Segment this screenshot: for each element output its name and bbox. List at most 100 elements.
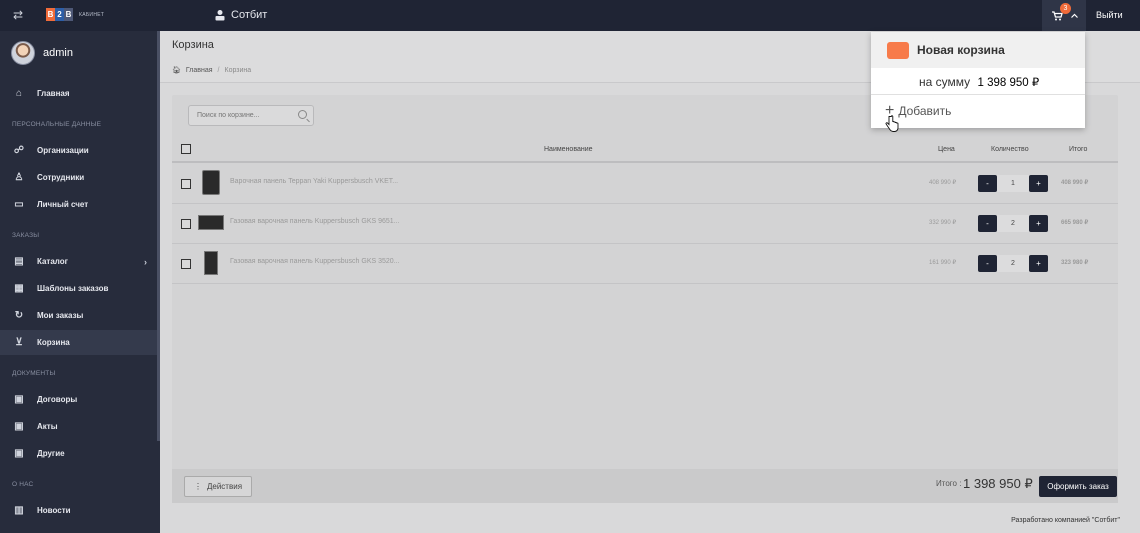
- sidebar-item-other[interactable]: ▣ Другие: [0, 441, 157, 466]
- sidebar-item-label: Личный счет: [37, 200, 89, 209]
- product-title[interactable]: Варочная панель Teppan Yaki Kuppersbusch…: [230, 178, 398, 185]
- sidebar-item-news[interactable]: ▥ Новости: [0, 498, 157, 523]
- sidebar-item-contracts[interactable]: ▣ Договоры: [0, 387, 157, 412]
- cart-dropdown: Новая корзина на сумму 1 398 950 ₽ + Доб…: [871, 32, 1085, 128]
- section-documents: ДОКУМЕНТЫ: [12, 370, 56, 377]
- breadcrumb-separator: /: [217, 66, 220, 74]
- decrease-button[interactable]: -: [978, 215, 997, 232]
- section-about: О НАС: [12, 481, 34, 488]
- company-icon: [215, 10, 225, 21]
- decrease-button[interactable]: -: [978, 255, 997, 272]
- product-price: 161 990 ₽: [929, 260, 957, 266]
- cart-card: Наименование Цена Количество Итого Вароч…: [172, 95, 1118, 500]
- breadcrumb-home[interactable]: Главная: [186, 67, 213, 74]
- logo-letter: B: [46, 8, 55, 21]
- table-header: Наименование Цена Количество Итого: [172, 137, 1118, 163]
- select-all-checkbox[interactable]: [181, 144, 191, 154]
- footer-credits: Разработано компанией "Сотбит": [1011, 517, 1120, 524]
- increase-button[interactable]: +: [1029, 215, 1048, 232]
- cart-search: [188, 105, 314, 126]
- quantity-input[interactable]: 2: [997, 255, 1029, 272]
- total-value: 1 398 950 ₽: [963, 476, 1033, 491]
- quantity-stepper: - 1 +: [978, 175, 1048, 192]
- sidebar-item-templates[interactable]: ▦ Шаблоны заказов: [0, 276, 157, 301]
- company-switch[interactable]: Сотбит: [214, 9, 267, 21]
- column-qty: Количество: [991, 146, 1029, 153]
- breadcrumb: 🏠︎ Главная / Корзина: [172, 66, 252, 75]
- logo-mark: B 2 B: [46, 8, 73, 21]
- column-price: Цена: [938, 146, 955, 153]
- section-orders: ЗАКАЗЫ: [12, 232, 40, 239]
- wallet-icon: ▭: [14, 199, 24, 210]
- chevron-right-icon: ›: [144, 256, 147, 267]
- document-icon: ▣: [14, 421, 24, 432]
- newspaper-icon: ▥: [14, 505, 24, 516]
- document-icon: ▣: [14, 448, 24, 459]
- cart-color-swatch: [887, 41, 909, 59]
- sidebar-item-label: Каталог: [37, 257, 68, 266]
- sidebar-item-label: Организации: [37, 146, 89, 155]
- product-image[interactable]: [198, 215, 224, 230]
- product-price: 332 990 ₽: [929, 220, 957, 226]
- sidebar-item-label: Мои заказы: [37, 311, 84, 320]
- increase-button[interactable]: +: [1029, 175, 1048, 192]
- sidebar-item-label: Другие: [37, 449, 65, 458]
- decrease-button[interactable]: -: [978, 175, 997, 192]
- product-title[interactable]: Газовая варочная панель Kuppersbusch GKS…: [230, 218, 400, 225]
- cart-count-badge: 3: [1060, 3, 1071, 14]
- quantity-input[interactable]: 1: [997, 175, 1029, 192]
- grid-icon: ▦: [14, 283, 24, 294]
- row-checkbox[interactable]: [181, 179, 191, 189]
- sidebar-item-label: Сотрудники: [37, 173, 85, 182]
- product-image[interactable]: [202, 170, 220, 195]
- person-icon: ♙: [14, 172, 24, 183]
- sidebar-item-staff[interactable]: ♙ Сотрудники: [0, 165, 157, 190]
- quantity-stepper: - 2 +: [978, 215, 1048, 232]
- sidebar-item-organizations[interactable]: ☍ Организации: [0, 138, 157, 163]
- home-icon[interactable]: 🏠︎: [172, 66, 181, 74]
- column-total: Итого: [1069, 146, 1088, 153]
- search-input[interactable]: [189, 106, 289, 125]
- sidebar: admin ⌂ Главная ПЕРСОНАЛЬНЫЕ ДАННЫЕ ☍ Ор…: [0, 31, 160, 533]
- company-name: Сотбит: [231, 9, 268, 21]
- logo-letter: 2: [55, 8, 64, 21]
- product-title[interactable]: Газовая варочная панель Kuppersbusch GKS…: [230, 258, 400, 265]
- sidebar-item-my-orders[interactable]: ↻ Мои заказы: [0, 303, 157, 328]
- quantity-input[interactable]: 2: [997, 215, 1029, 232]
- sidebar-scrollbar[interactable]: [157, 31, 160, 441]
- sidebar-toggle-icon[interactable]: ⇄: [13, 8, 23, 22]
- row-checkbox[interactable]: [181, 219, 191, 229]
- row-total: 323 980 ₽: [1061, 260, 1089, 266]
- chevron-up-icon: [1071, 13, 1078, 18]
- row-checkbox[interactable]: [181, 259, 191, 269]
- logo-letter: B: [64, 8, 73, 21]
- document-icon: ▣: [14, 394, 24, 405]
- sidebar-item-label: Шаблоны заказов: [37, 284, 109, 293]
- sidebar-item-catalog[interactable]: ▤ Каталог ›: [0, 249, 157, 274]
- cart-sum-value: 1 398 950 ₽: [977, 77, 1040, 89]
- sidebar-item-home[interactable]: ⌂ Главная: [0, 81, 157, 106]
- sidebar-item-account[interactable]: ▭ Личный счет: [0, 192, 157, 217]
- product-image[interactable]: [204, 251, 218, 275]
- cart-button[interactable]: 3: [1042, 0, 1086, 31]
- logo[interactable]: B 2 B КАБИНЕТ: [46, 8, 104, 21]
- table-row: Газовая варочная панель Kuppersbusch GKS…: [172, 244, 1118, 284]
- increase-button[interactable]: +: [1029, 255, 1048, 272]
- breadcrumb-current: Корзина: [224, 66, 252, 74]
- home-icon: ⌂: [15, 88, 23, 99]
- sidebar-item-cart[interactable]: ⊻ Корзина: [0, 330, 157, 355]
- total-label: Итого :: [936, 479, 962, 488]
- cart-sum: на сумму 1 398 950 ₽: [919, 75, 1039, 89]
- section-personal: ПЕРСОНАЛЬНЫЕ ДАННЫЕ: [12, 121, 102, 128]
- checkout-button[interactable]: Оформить заказ: [1039, 476, 1117, 497]
- page-title: Корзина: [172, 39, 214, 51]
- cart-sum-label: на сумму: [919, 75, 971, 89]
- actions-label: Действия: [206, 482, 243, 491]
- search-icon[interactable]: [298, 110, 307, 119]
- user-profile[interactable]: admin: [11, 41, 73, 65]
- cart-selector[interactable]: Новая корзина: [871, 32, 1085, 68]
- cart-footer: ⋮ Действия Итого : 1 398 950 ₽ Оформить …: [172, 469, 1118, 503]
- sidebar-item-acts[interactable]: ▣ Акты: [0, 414, 157, 439]
- actions-button[interactable]: ⋮ Действия: [184, 476, 252, 497]
- logout-link[interactable]: Выйти: [1096, 10, 1123, 20]
